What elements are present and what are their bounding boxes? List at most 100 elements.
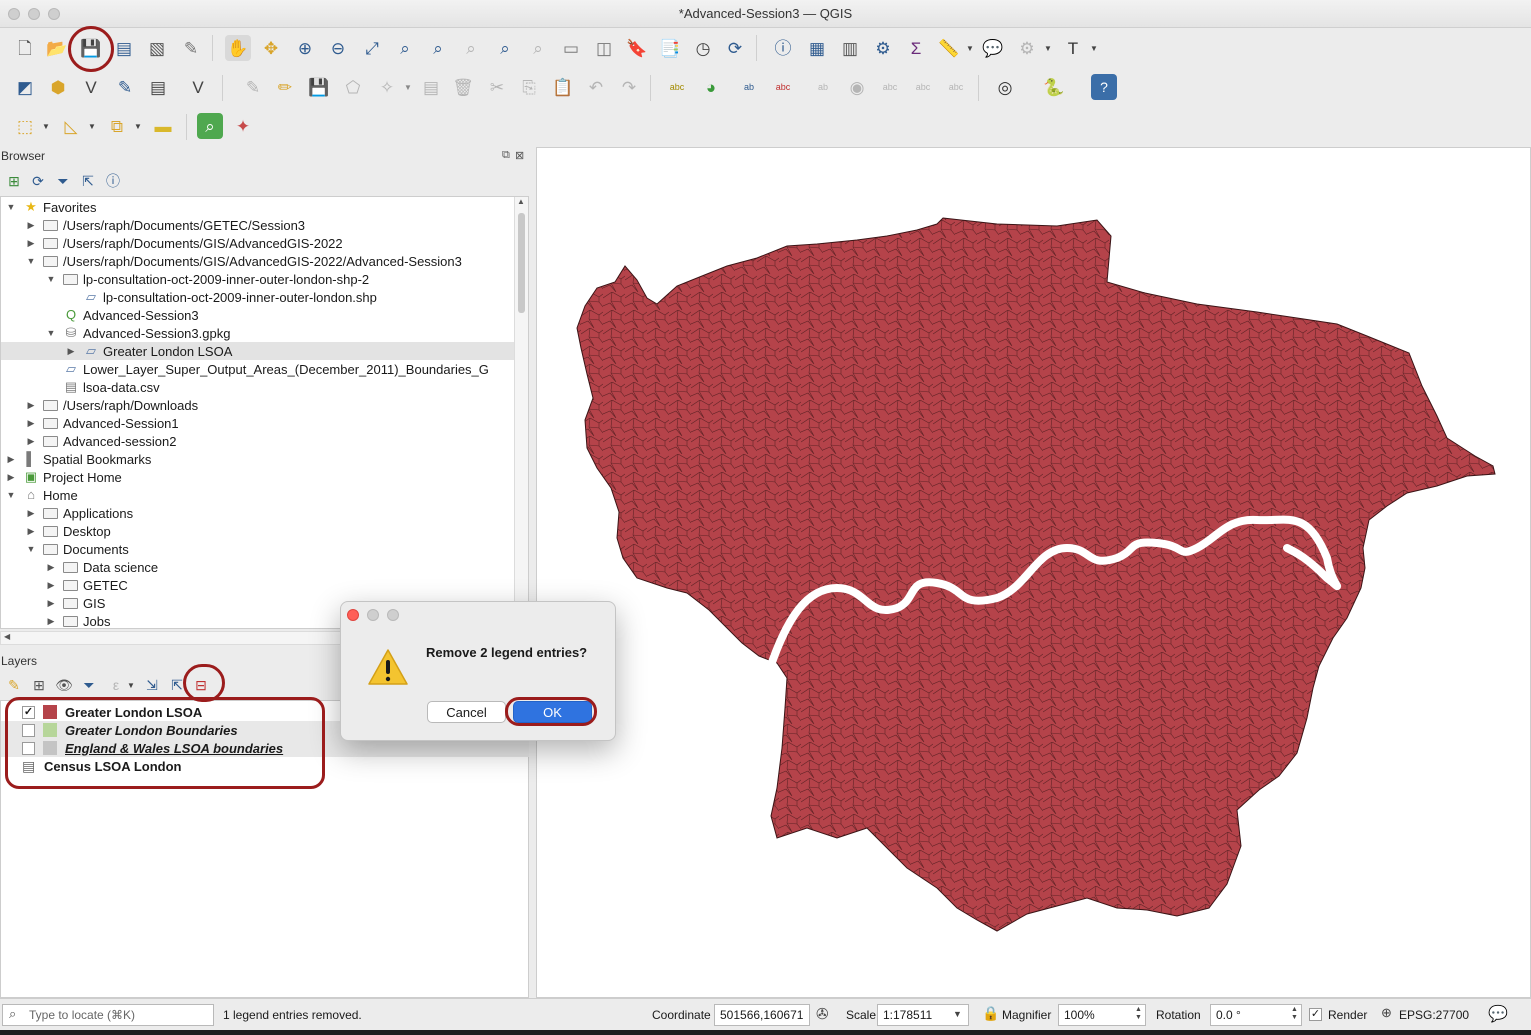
expand-arrow-icon[interactable]: ▶ bbox=[25, 508, 37, 519]
collapse-arrow-icon[interactable]: ▼ bbox=[5, 202, 17, 212]
select-by-location-icon[interactable]: ▬ bbox=[150, 113, 176, 139]
map-tips-icon[interactable]: 💬 bbox=[980, 35, 1006, 61]
new-3d-map-view-icon[interactable]: ◫ bbox=[591, 35, 617, 61]
layout-manager-icon[interactable]: ▧ bbox=[144, 35, 170, 61]
zoom-out-icon[interactable]: ⊖ bbox=[325, 35, 351, 61]
zoom-last-icon[interactable]: ⌕ bbox=[492, 35, 518, 61]
redo-icon[interactable]: ↷ bbox=[616, 74, 642, 100]
add-feature-icon[interactable]: ⬠ bbox=[340, 74, 366, 100]
crs-globe-icon[interactable]: ⊕ bbox=[1381, 1005, 1392, 1021]
browser-item[interactable]: ▶ GETEC bbox=[1, 576, 514, 594]
collapse-all-icon[interactable]: ⇱ bbox=[75, 168, 101, 194]
refresh-icon[interactable]: ⟳ bbox=[722, 35, 748, 61]
new-print-layout-icon[interactable]: ▤ bbox=[111, 35, 137, 61]
move-label-icon[interactable]: ◉ bbox=[844, 74, 870, 100]
toggle-editing-icon[interactable]: ✏ bbox=[272, 74, 298, 100]
label-properties-icon[interactable]: abc bbox=[943, 74, 969, 100]
processing-toolbox-icon[interactable]: ⚙ bbox=[870, 35, 896, 61]
current-edits-icon[interactable]: ✎ bbox=[240, 74, 266, 100]
zoom-native-icon[interactable]: ⌕ bbox=[458, 35, 484, 61]
show-bookmarks-icon[interactable]: 📑 bbox=[657, 35, 683, 61]
virtual-layer-icon[interactable]: V bbox=[185, 74, 211, 100]
statistical-summary-icon[interactable]: Σ bbox=[903, 35, 929, 61]
scale-dropdown-icon[interactable]: ▼ bbox=[953, 1009, 962, 1019]
coordinate-field[interactable]: 501566,160671 bbox=[714, 1004, 810, 1026]
text-annotation-icon[interactable]: T bbox=[1060, 35, 1086, 61]
browser-item[interactable]: ▶ Desktop bbox=[1, 522, 514, 540]
filter-expression-dropdown-icon[interactable]: ▼ bbox=[127, 672, 135, 698]
magnifier-stepper-icon[interactable]: ▲ ▼ bbox=[1135, 1006, 1142, 1022]
browser-item[interactable]: ▶ Advanced-Session1 bbox=[1, 414, 514, 432]
change-label-icon[interactable]: abc bbox=[910, 74, 936, 100]
refresh-browser-icon[interactable]: ⟳ bbox=[25, 168, 51, 194]
highlight-pinned-labels-icon[interactable]: ab bbox=[736, 74, 762, 100]
browser-item[interactable]: ▶ ▱ Greater London LSOA bbox=[1, 342, 514, 360]
expand-arrow-icon[interactable]: ▶ bbox=[25, 418, 37, 429]
browser-item[interactable]: ▼ ⛁ Advanced-Session3.gpkg bbox=[1, 324, 514, 342]
browser-item[interactable]: ▼ /Users/raph/Documents/GIS/AdvancedGIS-2… bbox=[1, 252, 514, 270]
scroll-up-icon[interactable]: ▲ bbox=[517, 197, 525, 206]
map-canvas[interactable] bbox=[536, 147, 1531, 998]
lock-scale-icon[interactable]: 🔒 bbox=[982, 1005, 999, 1022]
manage-map-themes-icon[interactable]: 👁 bbox=[51, 672, 77, 698]
expand-arrow-icon[interactable]: ▶ bbox=[45, 580, 57, 591]
add-selected-layers-icon[interactable]: ⊞ bbox=[1, 168, 27, 194]
browser-item[interactable]: ▶ ▣ Project Home bbox=[1, 468, 514, 486]
deselect-features-icon[interactable]: ⧉ bbox=[104, 113, 130, 139]
select-by-value-dropdown-icon[interactable]: ▼ bbox=[88, 113, 96, 139]
text-annotation-dropdown-icon[interactable]: ▼ bbox=[1090, 35, 1098, 61]
rotation-stepper-icon[interactable]: ▲ ▼ bbox=[1291, 1006, 1298, 1022]
zoom-in-icon[interactable]: ⊕ bbox=[292, 35, 318, 61]
measure-line-icon[interactable]: 📏 bbox=[936, 35, 962, 61]
toggle-extents-icon[interactable]: ✇ bbox=[816, 1005, 829, 1023]
browser-item[interactable]: ▼ ★ Favorites bbox=[1, 198, 514, 216]
open-attribute-table-icon[interactable]: ▦ bbox=[804, 35, 830, 61]
messages-icon[interactable]: 💬 bbox=[1488, 1004, 1508, 1024]
crs-label[interactable]: EPSG:27700 bbox=[1399, 1008, 1469, 1022]
add-delimited-text-icon[interactable]: ✎ bbox=[112, 74, 138, 100]
browser-item[interactable]: ▶ ▌ Spatial Bookmarks bbox=[1, 450, 514, 468]
add-group-icon[interactable]: ⊞ bbox=[26, 672, 52, 698]
open-layer-styling-icon[interactable]: ✎ bbox=[1, 672, 27, 698]
new-shapefile-icon[interactable]: V bbox=[78, 74, 104, 100]
locator-search-icon[interactable]: ⌕ bbox=[197, 113, 223, 139]
paste-features-icon[interactable]: 📋 bbox=[550, 74, 576, 100]
rotate-label-icon[interactable]: abc bbox=[877, 74, 903, 100]
help-icon[interactable]: ? bbox=[1091, 74, 1117, 100]
expand-arrow-icon[interactable]: ▶ bbox=[5, 472, 17, 483]
expand-arrow-icon[interactable]: ▶ bbox=[45, 616, 57, 627]
rotation-field[interactable]: 0.0 ° bbox=[1210, 1004, 1302, 1026]
expand-arrow-icon[interactable]: ▶ bbox=[25, 526, 37, 537]
diagram-options-icon[interactable]: ◕ bbox=[698, 74, 724, 100]
browser-item[interactable]: ▶ /Users/raph/Documents/GETEC/Session3 bbox=[1, 216, 514, 234]
deselect-dropdown-icon[interactable]: ▼ bbox=[134, 113, 142, 139]
browser-item[interactable]: ▶ /Users/raph/Downloads bbox=[1, 396, 514, 414]
scroll-left-icon[interactable]: ◀ bbox=[4, 632, 10, 641]
zoom-to-selection-icon[interactable]: ⌕ bbox=[392, 35, 418, 61]
browser-item[interactable]: ▱ Lower_Layer_Super_Output_Areas_(Decembe… bbox=[1, 360, 514, 378]
select-by-value-icon[interactable]: ◺ bbox=[58, 113, 84, 139]
browser-item[interactable]: ▶ Advanced-session2 bbox=[1, 432, 514, 450]
locate-input[interactable]: Type to locate (⌘K) bbox=[2, 1004, 214, 1026]
render-checkbox[interactable]: ✓ bbox=[1309, 1008, 1322, 1021]
browser-item[interactable]: ▱ lp-consultation-oct-2009-inner-outer-lo… bbox=[1, 288, 514, 306]
add-vector-layer-icon[interactable]: ⬢ bbox=[45, 74, 71, 100]
plugin-tool-icon[interactable]: ✦ bbox=[230, 113, 256, 139]
identify-features-icon[interactable]: ⓘ bbox=[770, 35, 796, 61]
collapse-arrow-icon[interactable]: ▼ bbox=[45, 274, 57, 284]
temporal-controller-icon[interactable]: ◷ bbox=[690, 35, 716, 61]
new-map-view-icon[interactable]: ▭ bbox=[558, 35, 584, 61]
new-bookmark-icon[interactable]: 🔖 bbox=[624, 35, 650, 61]
browser-item[interactable]: ▼ ⌂ Home bbox=[1, 486, 514, 504]
browser-item[interactable]: ▶ Applications bbox=[1, 504, 514, 522]
new-project-icon[interactable]: 🗋 bbox=[12, 35, 38, 61]
pan-to-selection-icon[interactable]: ✥ bbox=[258, 35, 284, 61]
filter-by-expression-icon[interactable]: ε bbox=[103, 672, 129, 698]
cut-features-icon[interactable]: ✂ bbox=[484, 74, 510, 100]
browser-item[interactable]: Q Advanced-Session3 bbox=[1, 306, 514, 324]
expand-arrow-icon[interactable]: ▶ bbox=[25, 220, 37, 231]
browser-item[interactable]: ▶ Data science bbox=[1, 558, 514, 576]
magnifier-field[interactable]: 100% bbox=[1058, 1004, 1146, 1026]
show-hide-labels-icon[interactable]: ab bbox=[810, 74, 836, 100]
expand-arrow-icon[interactable]: ▶ bbox=[45, 562, 57, 573]
